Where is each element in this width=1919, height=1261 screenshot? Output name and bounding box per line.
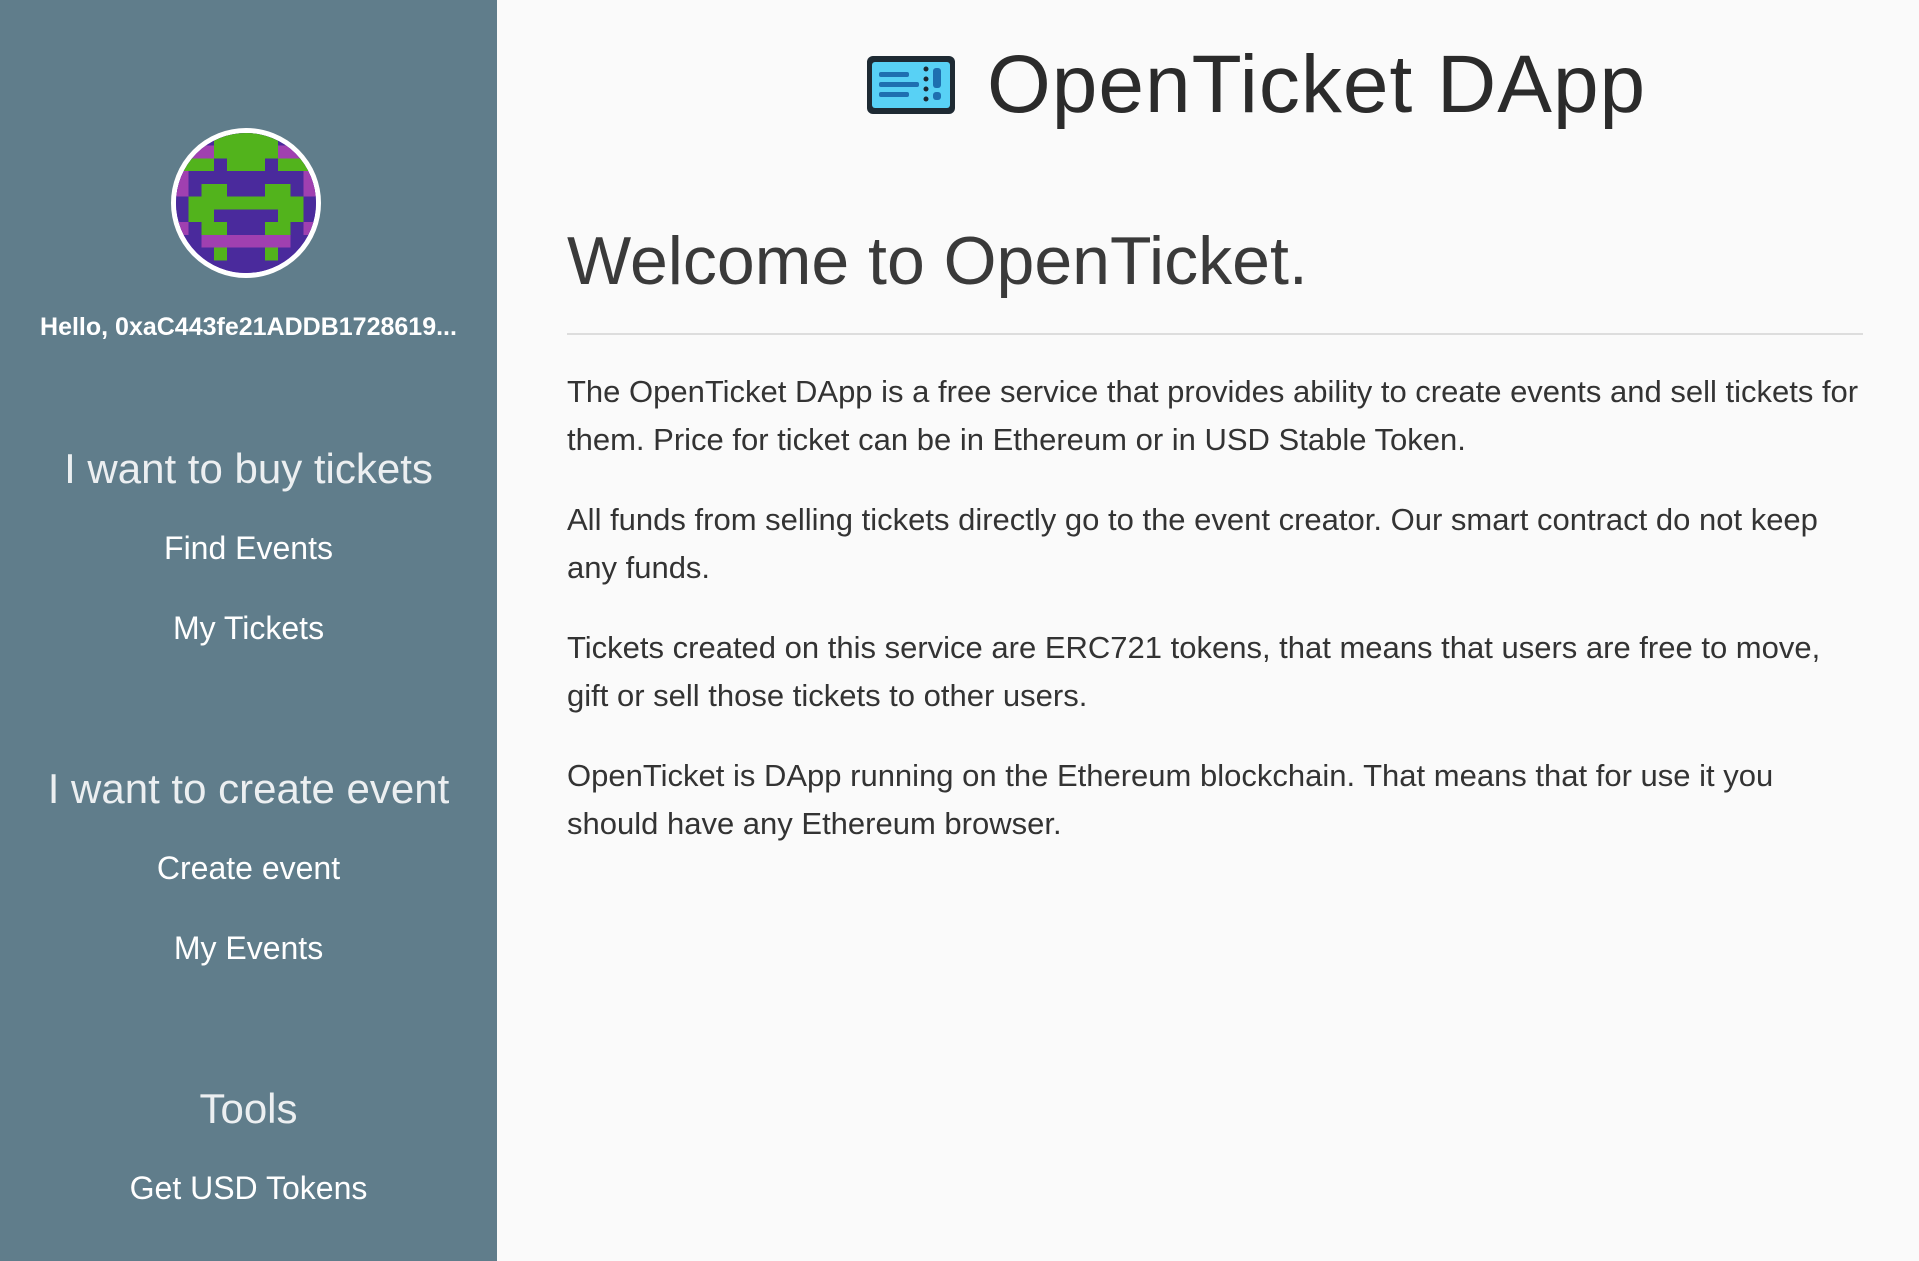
main-content: OpenTicket DApp Welcome to OpenTicket. T…: [497, 0, 1919, 1261]
intro-paragraph-3: Tickets created on this service are ERC7…: [567, 630, 1821, 713]
intro-paragraph-2: All funds from selling tickets directly …: [567, 502, 1818, 585]
divider: [567, 333, 1863, 335]
user-greeting: Hello, 0xaC443fe21ADDB1728619...: [40, 313, 457, 341]
section-title-create: I want to create event: [47, 765, 450, 812]
sidebar: Hello, 0xaC443fe21ADDB1728619... I want …: [0, 0, 497, 1261]
get-usd-tokens-link[interactable]: Get USD Tokens: [0, 1170, 497, 1207]
section-title-tools: Tools: [199, 1085, 298, 1132]
find-events-link[interactable]: Find Events: [0, 530, 497, 567]
ticket-icon: [867, 56, 955, 114]
brand-title: OpenTicket DApp: [987, 39, 1647, 130]
avatar[interactable]: [171, 128, 321, 278]
intro-paragraph-1: The OpenTicket DApp is a free service th…: [567, 374, 1859, 457]
page-title: Welcome to OpenTicket.: [567, 223, 1308, 299]
brand-header: OpenTicket DApp: [865, 38, 1646, 132]
intro-paragraph-4: OpenTicket is DApp running on the Ethere…: [567, 758, 1774, 841]
my-events-link[interactable]: My Events: [0, 930, 497, 967]
section-title-buy: I want to buy tickets: [64, 445, 433, 492]
my-tickets-link[interactable]: My Tickets: [0, 610, 497, 647]
create-event-link[interactable]: Create event: [0, 850, 497, 887]
identicon-image: [176, 133, 316, 273]
